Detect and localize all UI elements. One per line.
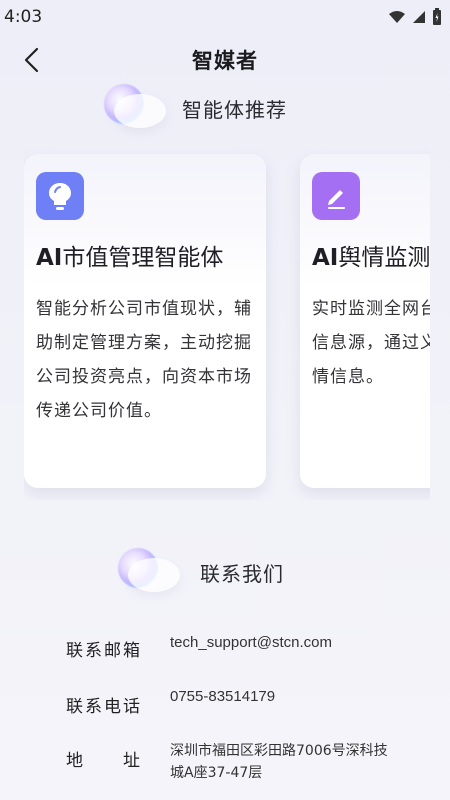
recommend-title: 智能体推荐: [182, 97, 287, 122]
phone-label: 联系电话: [66, 697, 142, 717]
contact-phone-row: 联系电话 0755-83514179: [66, 688, 275, 717]
agent-cards-carousel[interactable]: AI市值管理智能体 智能分析公司市值现状，辅助制定管理方案，主动挖掘公司投资亮点…: [24, 148, 430, 500]
contact-title: 联系我们: [200, 561, 284, 586]
phone-value[interactable]: 0755-83514179: [170, 686, 275, 717]
signal-icon: [413, 11, 425, 23]
card-title: AI舆情监测: [312, 245, 430, 271]
address-line-2: 城A座37-47层: [170, 765, 263, 781]
battery-icon: [433, 8, 441, 25]
card-title: AI市值管理智能体: [36, 245, 224, 271]
status-bar: 4:03: [0, 0, 450, 34]
contact-email-row: 联系邮箱 tech_support@stcn.com: [66, 634, 332, 661]
contact-address-row: 地 址 深圳市福田区彩田路7006号深科技 城A座37-47层: [66, 743, 388, 784]
contact-header: 联系我们: [112, 544, 284, 600]
back-button[interactable]: [14, 42, 50, 78]
recommend-header: 智能体推荐: [98, 80, 287, 136]
orb-icon: [112, 544, 182, 600]
edit-icon: [312, 172, 360, 220]
address-label: 地 址: [66, 751, 142, 771]
address-line-1: 深圳市福田区彩田路7006号深科技: [170, 743, 388, 759]
lightbulb-icon: [36, 172, 84, 220]
wifi-icon: [389, 11, 405, 23]
nav-bar: 智媒者: [0, 34, 450, 86]
status-time: 4:03: [4, 7, 43, 27]
status-icons: [388, 8, 442, 26]
email-value[interactable]: tech_support@stcn.com: [170, 632, 332, 661]
page-title: 智媒者: [192, 49, 258, 73]
orb-icon: [98, 80, 168, 136]
agent-card-market-value[interactable]: AI市值管理智能体 智能分析公司市值现状，辅助制定管理方案，主动挖掘公司投资亮点…: [24, 154, 266, 488]
card-description: 智能分析公司市值现状，辅助制定管理方案，主动挖掘公司投资亮点，向资本市场传递公司…: [36, 299, 252, 421]
card-description: 实时监测全网台、新闻媒体信息源，通过义分析、筛选情信息。: [312, 299, 430, 387]
agent-card-sentiment[interactable]: AI舆情监测 实时监测全网台、新闻媒体信息源，通过义分析、筛选情信息。: [300, 154, 430, 488]
chevron-left-icon: [24, 47, 39, 73]
address-value: 深圳市福田区彩田路7006号深科技 城A座37-47层: [170, 740, 388, 784]
email-label: 联系邮箱: [66, 641, 142, 661]
